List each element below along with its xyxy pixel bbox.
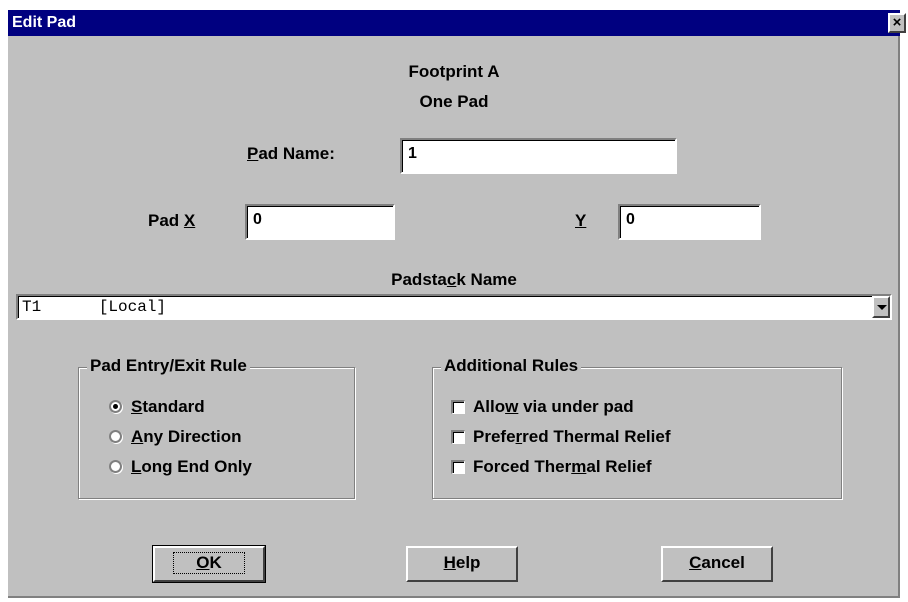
pad-count-label: One Pad	[419, 92, 489, 111]
pad-x-label: Pad X	[148, 211, 196, 230]
additional-rules-legend: Additional Rules	[441, 356, 582, 376]
pad-y-label: Y	[575, 211, 587, 230]
padstack-selected-value: T1 [Local]	[22, 298, 167, 316]
edit-pad-dialog: Edit Pad × Footprint A One Pad Pad Name:…	[8, 10, 906, 598]
title-bar[interactable]: Edit Pad ×	[8, 10, 906, 36]
padstack-name-label: Padstack Name	[391, 270, 517, 289]
ok-button[interactable]: OK	[152, 545, 266, 583]
chevron-down-icon[interactable]	[872, 296, 890, 318]
checkbox-icon	[451, 400, 465, 414]
padstack-select[interactable]: T1 [Local]	[16, 294, 892, 320]
window-title: Edit Pad	[12, 14, 77, 31]
radio-icon	[109, 430, 122, 443]
pad-name-label: Pad Name:	[247, 144, 335, 163]
pad-x-input[interactable]: 0	[245, 204, 395, 240]
entry-exit-legend: Pad Entry/Exit Rule	[87, 356, 250, 376]
radio-icon	[109, 460, 122, 473]
checkbox-icon	[451, 460, 465, 474]
entry-exit-group: Pad Entry/Exit Rule Standard Any Directi…	[78, 356, 355, 499]
close-icon[interactable]: ×	[888, 13, 906, 33]
pad-name-input[interactable]: 1	[400, 138, 677, 174]
checkbox-icon	[451, 430, 465, 444]
help-button[interactable]: Help	[406, 546, 518, 582]
footprint-title: Footprint A	[408, 62, 500, 81]
additional-rules-group: Additional Rules Allow via under pad Pre…	[432, 356, 842, 499]
pad-y-input[interactable]: 0	[618, 204, 761, 240]
radio-selected-icon	[109, 400, 122, 413]
cancel-button[interactable]: Cancel	[661, 546, 773, 582]
